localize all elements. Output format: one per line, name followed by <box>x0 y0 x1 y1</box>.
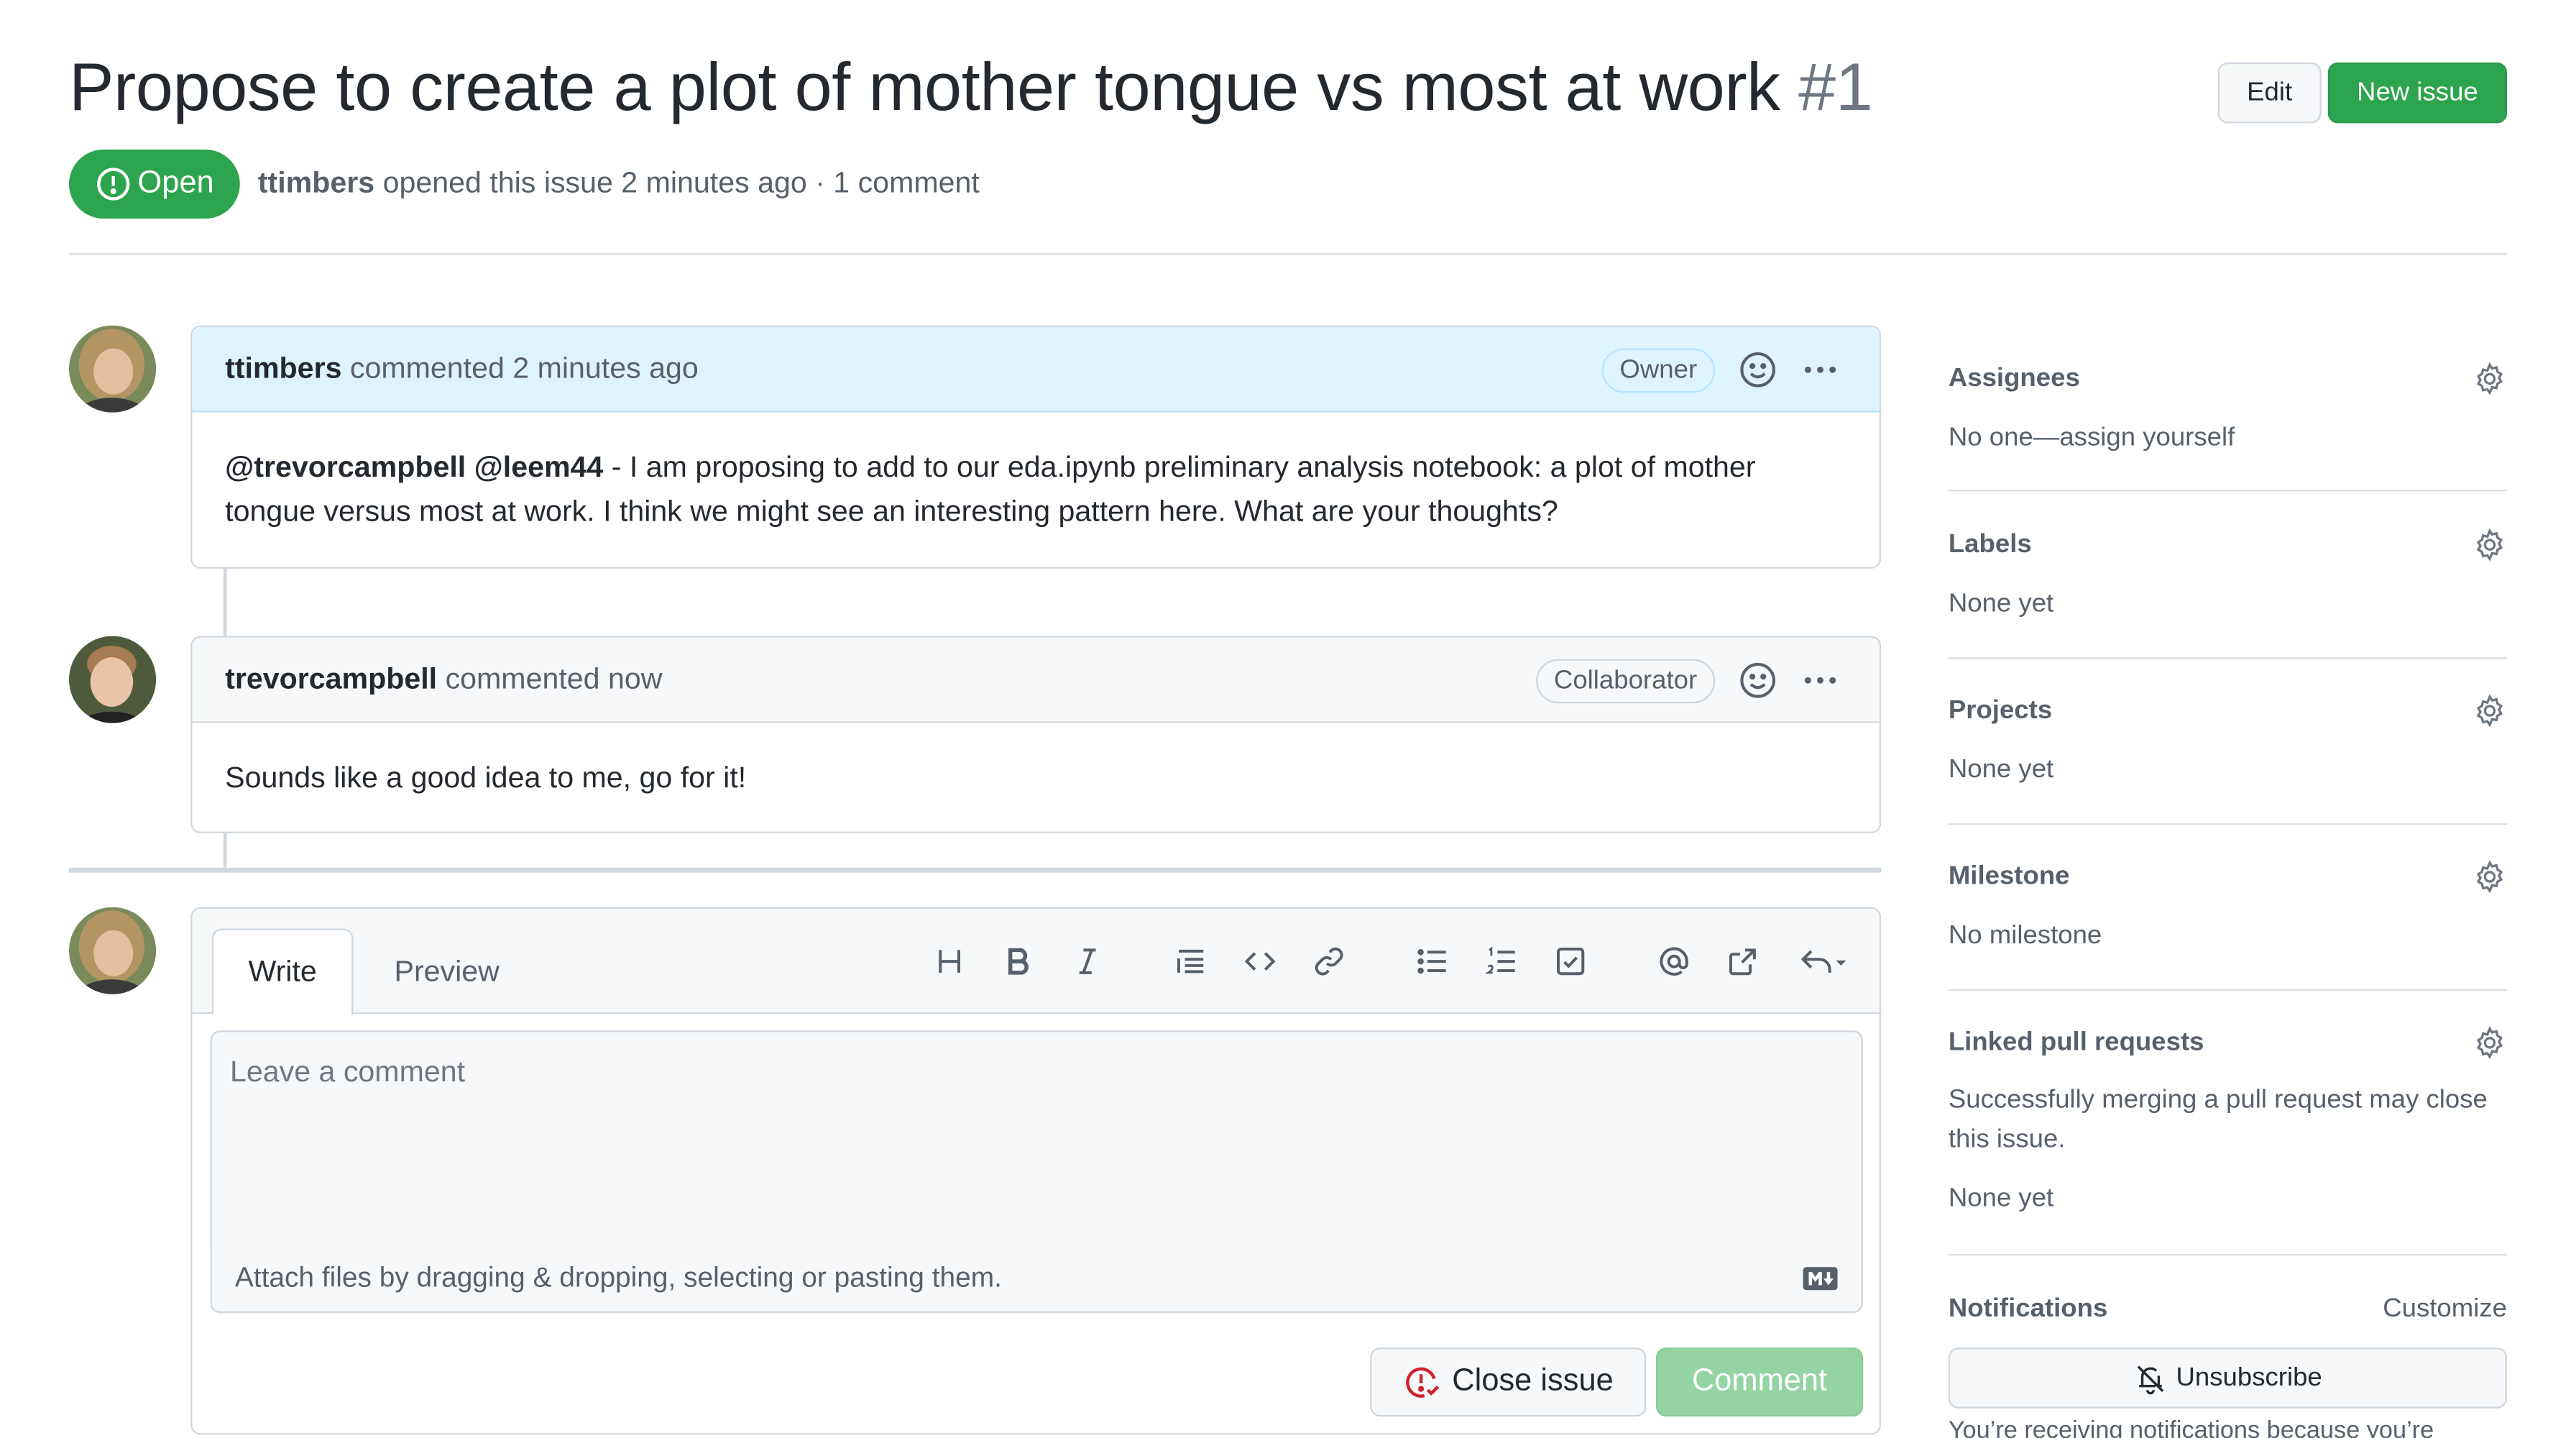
gear-icon[interactable] <box>2472 694 2507 728</box>
link-icon[interactable] <box>1307 940 1350 982</box>
avatar[interactable] <box>68 907 157 994</box>
attach-files-bar[interactable]: Attach files by dragging & dropping, sel… <box>210 1245 1863 1314</box>
reply-icon[interactable] <box>1790 940 1856 982</box>
linked-prs-value: None yet <box>1948 1184 2054 1213</box>
ordered-list-icon[interactable] <box>1480 940 1522 982</box>
comment-body: @trevorcampbell @leem44 - I am proposing… <box>192 413 1879 567</box>
owner-badge: Owner <box>1601 348 1716 393</box>
comment-author-link[interactable]: ttimbers <box>225 352 341 386</box>
bold-icon[interactable] <box>997 940 1039 982</box>
milestone-heading[interactable]: Milestone <box>1949 863 2070 892</box>
kebab-menu-icon[interactable] <box>1800 350 1840 390</box>
comment-author-link[interactable]: trevorcampbell <box>225 662 437 697</box>
unsubscribe-button[interactable]: Unsubscribe <box>1948 1347 2507 1409</box>
task-list-icon[interactable] <box>1549 940 1591 982</box>
sidebar-assignees: Assignees No one—assign yourself <box>1948 362 2507 492</box>
comment-header: trevorcampbell commented now Collaborato… <box>192 637 1880 723</box>
kebab-menu-icon[interactable] <box>1800 661 1840 700</box>
comment-timestamp[interactable]: commented now <box>446 662 663 697</box>
cross-reference-icon[interactable] <box>1721 940 1764 982</box>
edit-button[interactable]: Edit <box>2217 62 2322 124</box>
close-issue-label: Close issue <box>1452 1364 1614 1399</box>
comment-mentions[interactable]: @trevorcampbell @leem44 <box>225 450 603 483</box>
unsubscribe-label: Unsubscribe <box>2176 1363 2322 1391</box>
assignees-value[interactable]: No one—assign yourself <box>1949 419 2235 459</box>
sidebar-projects: Projects None yet <box>1948 694 2507 825</box>
issue-author-link[interactable]: ttimbers <box>258 166 374 199</box>
gear-icon[interactable] <box>2472 362 2507 396</box>
comment-ttimbers: ttimbers commented 2 minutes ago Owner @… <box>190 325 1882 569</box>
timeline-line <box>223 567 227 636</box>
issue-page: Propose to create a plot of mother tongu… <box>0 0 2576 1438</box>
comment-textarea[interactable]: Leave a comment <box>210 1030 1863 1247</box>
linked-prs-description: Successfully merging a pull request may … <box>1948 1086 2488 1154</box>
quote-icon[interactable] <box>1169 940 1212 982</box>
timeline-line <box>223 831 227 868</box>
tab-write[interactable]: Write <box>211 928 354 1016</box>
customize-link[interactable]: Customize <box>2383 1295 2507 1324</box>
linked-prs-heading[interactable]: Linked pull requests <box>1949 1029 2204 1058</box>
comment-body: Sounds like a good idea to me, go for it… <box>192 723 1879 833</box>
avatar[interactable] <box>68 636 157 723</box>
comment-button[interactable]: Comment <box>1655 1347 1863 1417</box>
add-reaction-icon[interactable] <box>1738 350 1777 390</box>
issue-number: #1 <box>1798 49 1873 125</box>
collaborator-badge: Collaborator <box>1535 659 1716 704</box>
status-badge: Open <box>68 149 240 219</box>
avatar[interactable] <box>68 325 157 413</box>
italic-icon[interactable] <box>1066 940 1108 982</box>
close-issue-button[interactable]: Close issue <box>1370 1347 1647 1417</box>
mention-icon[interactable] <box>1652 940 1695 982</box>
comment-text: Sounds like a good idea to me, go for it… <box>225 761 747 794</box>
new-comment-form: Write Preview Leave a comment Attach fil… <box>190 907 1882 1435</box>
comment-timestamp[interactable]: commented 2 minutes ago <box>350 352 699 386</box>
status-label: Open <box>137 165 214 201</box>
gear-icon[interactable] <box>2472 859 2507 894</box>
labels-heading[interactable]: Labels <box>1949 531 2032 560</box>
issue-opened-icon <box>96 168 129 201</box>
avatar-image-trevorcampbell <box>68 636 157 723</box>
milestone-value: No milestone <box>1948 922 2102 951</box>
new-issue-button[interactable]: New issue <box>2327 62 2507 124</box>
issue-title: Propose to create a plot of mother tongu… <box>68 49 1873 127</box>
gear-icon[interactable] <box>2472 528 2507 562</box>
tab-preview[interactable]: Preview <box>373 928 521 1015</box>
add-reaction-icon[interactable] <box>1738 661 1777 700</box>
attach-files-text: Attach files by dragging & dropping, sel… <box>234 1262 1002 1293</box>
notifications-heading: Notifications <box>1948 1295 2108 1323</box>
issue-title-text: Propose to create a plot of mother tongu… <box>68 49 1780 125</box>
projects-value: None yet <box>1948 756 2054 784</box>
labels-value: None yet <box>1948 590 2054 618</box>
projects-heading[interactable]: Projects <box>1949 697 2052 726</box>
unordered-list-icon[interactable] <box>1411 940 1453 982</box>
issue-closed-icon <box>1405 1367 1440 1398</box>
header-divider <box>68 252 2507 255</box>
comment-trevorcampbell: trevorcampbell commented now Collaborato… <box>190 636 1882 833</box>
sidebar-linked-prs: Linked pull requests Successfully mergin… <box>1948 1026 2507 1256</box>
sidebar-notifications: Notifications Customize <box>1949 1295 2507 1345</box>
sidebar-milestone: Milestone No milestone <box>1948 860 2507 992</box>
assignees-heading[interactable]: Assignees <box>1949 365 2080 394</box>
heading-icon[interactable] <box>928 940 970 982</box>
gear-icon[interactable] <box>2472 1025 2507 1060</box>
editor-tabs: Write Preview <box>192 908 1880 1016</box>
sidebar-labels: Labels None yet <box>1948 528 2507 659</box>
avatar-image-ttimbers <box>68 325 157 413</box>
code-icon[interactable] <box>1238 940 1281 982</box>
issue-meta-text: opened this issue 2 minutes ago · 1 comm… <box>382 165 980 199</box>
avatar-image-current-user <box>68 907 157 994</box>
comment-header: ttimbers commented 2 minutes ago Owner <box>192 326 1880 413</box>
bell-slash-icon <box>2136 1365 2163 1394</box>
notifications-reason: You’re receiving notifications because y… <box>1948 1416 2434 1438</box>
comment-placeholder: Leave a comment <box>229 1055 466 1089</box>
timeline-divider <box>68 867 1882 873</box>
issue-meta: ttimbers opened this issue 2 minutes ago… <box>258 166 980 201</box>
markdown-icon[interactable] <box>1802 1265 1838 1292</box>
